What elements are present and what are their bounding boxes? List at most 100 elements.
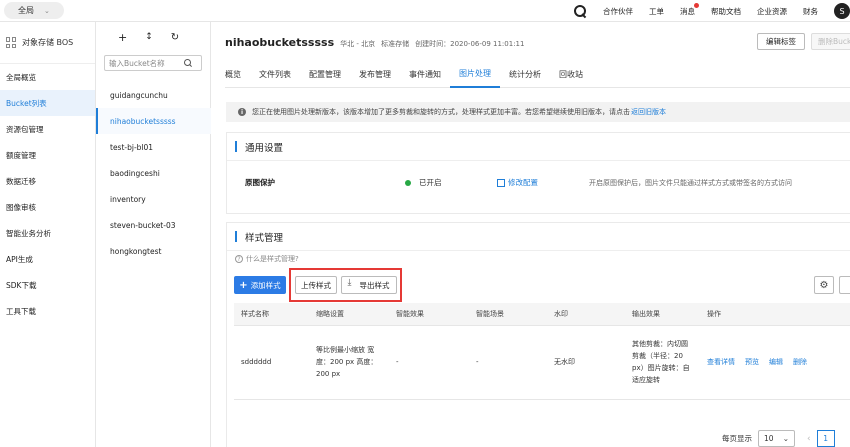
notification-dot <box>694 2 699 8</box>
general-settings-title: 通用设置 <box>227 133 850 161</box>
edit-link[interactable]: 编辑 <box>769 356 783 368</box>
tab-statistics[interactable]: 统计分析 <box>500 60 550 88</box>
table-row: sdddddd 等比例最小缩放 宽度：200 px 高度：200 px - - … <box>234 325 850 400</box>
sidebar-item-packages[interactable]: 资源包管理 <box>0 116 95 142</box>
nav-messages[interactable]: 消息 <box>680 2 699 17</box>
preview-link[interactable]: 预览 <box>745 356 759 368</box>
watermark-cell: 无水印 <box>547 325 625 400</box>
smart-scene-cell: - <box>469 325 547 400</box>
sidebar-item-api[interactable]: API生成 <box>0 246 95 272</box>
page-size-value: 10 <box>764 434 774 443</box>
tab-bar: 概览 文件列表 配置管理 发布管理 事件通知 图片处理 统计分析 回收站 <box>225 60 850 88</box>
general-settings-panel: 通用设置 原图保护 已开启 修改配置 开启原图保护后，图片文件只能通过样式方式或… <box>226 132 850 214</box>
bucket-item-selected[interactable]: nihaobucketsssss <box>96 108 211 134</box>
bucket-list: guidangcunchu nihaobucketsssss test-bj-b… <box>96 82 211 264</box>
bucket-item[interactable]: test-bj-bl01 <box>96 134 211 160</box>
bucket-item[interactable]: inventory <box>96 186 211 212</box>
status-dot <box>405 179 411 186</box>
sidebar-item-quota[interactable]: 额度管理 <box>0 142 95 168</box>
bucket-item[interactable]: hongkongtest <box>96 238 211 264</box>
nav-messages-label: 消息 <box>680 6 695 16</box>
sort-icon[interactable]: ↕ <box>145 32 153 42</box>
modify-config-label: 修改配置 <box>508 178 538 187</box>
sidebar-item-analytics[interactable]: 智能业务分析 <box>0 220 95 246</box>
status-badge: 已开启 <box>419 178 442 187</box>
avatar[interactable]: S <box>834 3 850 19</box>
sidebar-item-migration[interactable]: 数据迁移 <box>0 168 95 194</box>
style-management-panel: 样式管理 ? 什么是样式管理? + 添加样式 上传样式 导出样式 ⚙ 样式名称 … <box>226 222 850 447</box>
main-content: nihaobucketsssss 华北 - 北京 标准存储 创建时间：2020-… <box>211 22 850 447</box>
tab-image-processing[interactable]: 图片处理 <box>450 60 500 88</box>
col-output: 输出效果 <box>625 303 700 326</box>
thumb-settings-cell: 等比例最小缩放 宽度：200 px 高度：200 px <box>309 325 389 400</box>
tab-files[interactable]: 文件列表 <box>250 60 300 88</box>
row-actions: 查看详情 预览 编辑 删除 <box>707 356 850 368</box>
download-icon <box>348 278 357 289</box>
bucket-column: + ↕ ↻ guidangcunchu nihaobucketsssss tes… <box>96 22 211 447</box>
column-settings-button[interactable] <box>839 276 850 294</box>
sidebar-item-overview[interactable]: 全局概览 <box>0 64 95 90</box>
style-help-link[interactable]: ? 什么是样式管理? <box>235 254 299 264</box>
upload-style-button[interactable]: 上传样式 <box>295 276 337 294</box>
top-bar: 全局 ⌄ 合作伙伴 工单 消息 帮助文档 企业资源 财务 S <box>0 0 850 22</box>
sidebar-brand: 对象存储 BOS <box>0 22 95 64</box>
nav-finance[interactable]: 财务 <box>803 6 818 17</box>
bucket-header: nihaobucketsssss 华北 - 北京 标准存储 创建时间：2020-… <box>225 36 524 49</box>
old-version-link[interactable]: 返回旧版本 <box>631 107 666 117</box>
nav-docs[interactable]: 帮助文档 <box>711 6 741 17</box>
bucket-storage-class: 标准存储 <box>381 40 410 48</box>
search-icon[interactable] <box>571 2 589 20</box>
style-table: 样式名称 缩略设置 智能效果 智能场景 水印 输出效果 操作 sdddddd 等… <box>234 303 850 400</box>
tab-overview[interactable]: 概览 <box>225 60 250 88</box>
tab-recycle-bin[interactable]: 回收站 <box>550 60 592 88</box>
actions-cell: 查看详情 预览 编辑 删除 <box>700 325 850 400</box>
view-details-link[interactable]: 查看详情 <box>707 356 735 368</box>
bucket-item[interactable]: guidangcunchu <box>96 82 211 108</box>
sidebar-item-sdk[interactable]: SDK下载 <box>0 272 95 298</box>
notice-text: 您正在使用图片处理新版本，该版本增加了更多剪裁和旋转的方式，处理样式更加丰富。若… <box>252 108 630 116</box>
refresh-icon[interactable]: ↻ <box>171 32 179 43</box>
region-selector[interactable]: 全局 ⌄ <box>4 2 64 19</box>
search-icon[interactable] <box>183 58 193 68</box>
export-style-button[interactable]: 导出样式 <box>341 276 397 294</box>
add-style-button[interactable]: + 添加样式 <box>234 276 286 294</box>
nav-enterprise[interactable]: 企业资源 <box>757 6 787 17</box>
info-icon: i <box>238 108 246 116</box>
col-smart-effect: 智能效果 <box>389 303 469 326</box>
delete-link[interactable]: 删除 <box>793 356 807 368</box>
tab-config[interactable]: 配置管理 <box>300 60 350 88</box>
nav-partners[interactable]: 合作伙伴 <box>603 6 633 17</box>
add-style-label: 添加样式 <box>250 280 281 290</box>
page-number[interactable]: 1 <box>816 430 835 447</box>
bucket-item[interactable]: steven-bucket-03 <box>96 212 211 238</box>
page-size-select[interactable]: 10 ⌄ <box>758 430 795 447</box>
col-actions: 操作 <box>700 303 850 326</box>
modify-config-link[interactable]: 修改配置 <box>497 177 589 188</box>
bucket-search-input[interactable] <box>105 56 183 70</box>
style-name-cell: sdddddd <box>234 325 309 400</box>
style-help-label: 什么是样式管理? <box>246 255 299 263</box>
col-thumb-settings: 缩略设置 <box>309 303 389 326</box>
sidebar-item-image-review[interactable]: 图像审核 <box>0 194 95 220</box>
sidebar-item-bucket-list[interactable]: Bucket列表 <box>0 90 95 116</box>
region-label: 全局 <box>18 6 34 15</box>
nav-tickets[interactable]: 工单 <box>649 6 664 17</box>
smart-effect-cell: - <box>389 325 469 400</box>
sidebar-item-tools[interactable]: 工具下载 <box>0 298 95 324</box>
plus-icon[interactable]: + <box>118 31 127 44</box>
original-protection-label: 原图保护 <box>245 178 275 187</box>
grid-icon <box>6 37 17 48</box>
prev-page-icon[interactable]: ‹ <box>807 434 811 444</box>
gear-icon[interactable]: ⚙ <box>814 276 834 294</box>
bucket-toolbar: + ↕ ↻ <box>96 22 210 52</box>
bucket-created: 创建时间：2020-06-09 11:01:11 <box>415 40 525 48</box>
original-protection-row: 原图保护 已开启 修改配置 开启原图保护后，图片文件只能通过样式方式或带签名的方… <box>245 177 845 188</box>
tab-events[interactable]: 事件通知 <box>400 60 450 88</box>
output-text: 其他剪裁：内切圆剪裁（半径：20 px）图片旋转：自适应旋转 <box>632 340 690 384</box>
edit-tag-button[interactable]: 编辑标签 <box>757 33 805 50</box>
sidebar: 对象存储 BOS 全局概览 Bucket列表 资源包管理 额度管理 数据迁移 图… <box>0 22 96 447</box>
delete-bucket-button[interactable]: 删除Buck <box>811 33 850 50</box>
bucket-item[interactable]: baodingceshi <box>96 160 211 186</box>
tab-publish[interactable]: 发布管理 <box>350 60 400 88</box>
col-smart-scene: 智能场景 <box>469 303 547 326</box>
